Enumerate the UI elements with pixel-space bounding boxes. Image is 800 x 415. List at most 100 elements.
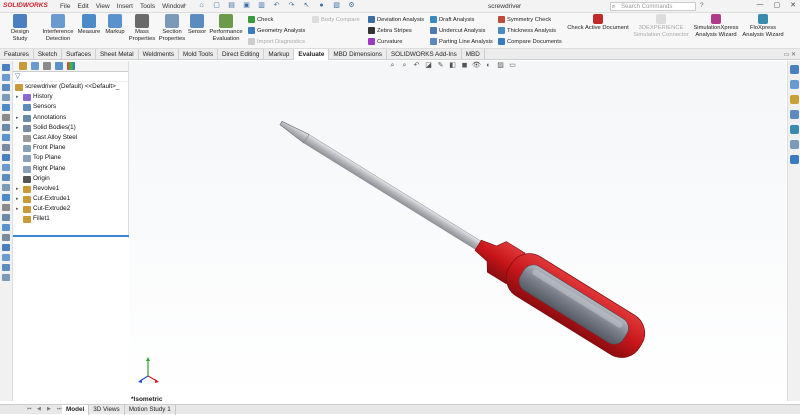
toolbar-icon-1[interactable] xyxy=(2,64,10,71)
rollback-bar[interactable] xyxy=(13,235,129,237)
solidworks-logo[interactable]: SOLIDWORKS xyxy=(3,2,48,9)
design-library-icon[interactable] xyxy=(789,80,799,89)
tree-node[interactable]: ▸ History xyxy=(13,92,128,102)
expand-arrow-icon[interactable]: ▸ xyxy=(16,123,19,133)
toolbar-icon-22[interactable] xyxy=(2,274,10,281)
performance-evaluation-button[interactable]: Performance Evaluation xyxy=(208,14,244,42)
tab-markup[interactable]: Markup xyxy=(264,49,295,60)
toolbar-icon-10[interactable] xyxy=(2,154,10,161)
expand-arrow-icon[interactable]: ▸ xyxy=(16,194,19,204)
tree-node[interactable]: Origin xyxy=(13,174,128,184)
undo-icon[interactable]: ↶ xyxy=(271,1,282,11)
interference-detection-button[interactable]: Interference Detection xyxy=(40,14,76,42)
tab-mbd[interactable]: MBD xyxy=(462,49,485,60)
symmetry-check-button[interactable]: Symmetry Check xyxy=(498,16,551,23)
simulationxpress-button[interactable]: SimulationXpress Analysis Wizard xyxy=(692,14,740,38)
markup-button[interactable]: Markup xyxy=(103,14,127,36)
tab-solidworks-add-ins[interactable]: SOLIDWORKS Add-Ins xyxy=(387,49,462,60)
close-icon[interactable]: ✕ xyxy=(790,1,796,9)
appearances-icon[interactable] xyxy=(789,125,799,134)
tab-sheet-metal[interactable]: Sheet Metal xyxy=(96,49,139,60)
next-tab-icon[interactable]: ▶ xyxy=(47,406,53,412)
toolbar-icon-14[interactable] xyxy=(2,194,10,201)
dynamic-annotation-icon[interactable]: ✎ xyxy=(436,62,445,70)
toolbar-icon-5[interactable] xyxy=(2,104,10,111)
redo-icon[interactable]: ↷ xyxy=(286,1,297,11)
section-properties-button[interactable]: Section Properties xyxy=(158,14,186,42)
help-icon[interactable]: ? xyxy=(700,2,704,9)
solidworks-resources-icon[interactable] xyxy=(789,65,799,74)
view-orientation-icon[interactable]: ◧ xyxy=(448,62,457,70)
toolbar-icon-9[interactable] xyxy=(2,144,10,151)
parting-line-analysis-button[interactable]: Parting Line Analysis xyxy=(430,38,493,45)
menu-file[interactable]: File xyxy=(60,3,70,10)
toolbar-icon-19[interactable] xyxy=(2,244,10,251)
tree-node[interactable]: Top Plane xyxy=(13,153,128,163)
tab-sketch[interactable]: Sketch xyxy=(34,49,63,60)
section-view-icon[interactable]: ◪ xyxy=(424,62,433,70)
rebuild-icon[interactable]: ● xyxy=(316,1,327,11)
configuration-manager-tab-icon[interactable] xyxy=(43,62,51,70)
expand-arrow-icon[interactable]: ▸ xyxy=(16,184,19,194)
deviation-analysis-button[interactable]: Deviation Analysis xyxy=(368,16,424,23)
apply-scene-icon[interactable]: ▨ xyxy=(496,62,505,70)
toolbar-icon-13[interactable] xyxy=(2,184,10,191)
tree-node[interactable]: Front Plane xyxy=(13,143,128,153)
tab-direct-editing[interactable]: Direct Editing xyxy=(218,49,265,60)
measure-button[interactable]: Measure xyxy=(77,14,101,36)
menu-tools[interactable]: Tools xyxy=(140,3,155,10)
solidworks-forum-icon[interactable] xyxy=(789,155,799,164)
save-icon[interactable]: ▣ xyxy=(241,1,252,11)
toolbar-icon-11[interactable] xyxy=(2,164,10,171)
toolbar-icon-6[interactable] xyxy=(2,114,10,121)
toolbar-icon-20[interactable] xyxy=(2,254,10,261)
first-tab-icon[interactable]: ⏮ xyxy=(27,406,33,412)
expand-arrow-icon[interactable]: ▸ xyxy=(16,113,19,123)
toolbar-icon-17[interactable] xyxy=(2,224,10,231)
panel-options-icon[interactable]: ▭ ✕ xyxy=(784,51,796,58)
thickness-analysis-button[interactable]: Thickness Analysis xyxy=(498,27,556,34)
floxpress-button[interactable]: FloXpress Analysis Wizard xyxy=(742,14,784,38)
prev-tab-icon[interactable]: ◀ xyxy=(37,406,43,412)
zebra-stripes-button[interactable]: Zebra Stripes xyxy=(368,27,412,34)
toolbar-icon-12[interactable] xyxy=(2,174,10,181)
tree-node[interactable]: ▸ Revolve1 xyxy=(13,184,128,194)
toolbar-icon-15[interactable] xyxy=(2,204,10,211)
edit-appearance-icon[interactable]: ◐ xyxy=(484,62,493,70)
feature-tree-tab-icon[interactable] xyxy=(19,62,27,70)
toolbar-icon-2[interactable] xyxy=(2,74,10,81)
file-explorer-icon[interactable] xyxy=(789,95,799,104)
tab-mold-tools[interactable]: Mold Tools xyxy=(179,49,218,60)
tree-node[interactable]: Fillet1 xyxy=(13,214,128,224)
print-icon[interactable]: ▥ xyxy=(256,1,267,11)
tree-node[interactable]: Right Plane xyxy=(13,164,128,174)
toolbar-icon-21[interactable] xyxy=(2,264,10,271)
tree-node[interactable]: ▸ Annotations xyxy=(13,113,128,123)
tab-evaluate[interactable]: Evaluate xyxy=(294,49,330,60)
filter-icon[interactable]: ▽ xyxy=(13,72,128,82)
screwdriver-model[interactable] xyxy=(129,61,786,401)
home-icon[interactable]: ⌂ xyxy=(196,1,207,11)
tab-surfaces[interactable]: Surfaces xyxy=(62,49,96,60)
zoom-to-fit-icon[interactable]: ⌕ xyxy=(388,62,397,70)
3dexperience-simulation-connector-button[interactable]: 3DEXPERIENCE Simulation Connector xyxy=(632,14,690,38)
new-document-icon[interactable]: ▢ xyxy=(211,1,222,11)
maximize-icon[interactable]: ▢ xyxy=(774,1,781,9)
tab-weldments[interactable]: Weldments xyxy=(139,49,179,60)
options-icon[interactable]: ⚙ xyxy=(346,1,357,11)
dimxpert-tab-icon[interactable] xyxy=(55,62,63,70)
view-palette-icon[interactable] xyxy=(789,110,799,119)
mass-properties-button[interactable]: Mass Properties xyxy=(128,14,156,42)
zoom-to-area-icon[interactable]: ⌕ xyxy=(400,62,409,70)
toolbar-icon-3[interactable] xyxy=(2,84,10,91)
tree-node[interactable]: Sensors xyxy=(13,102,128,112)
minimize-icon[interactable]: — xyxy=(757,1,764,9)
geometry-analysis-button[interactable]: Geometry Analysis xyxy=(248,27,305,34)
sensor-button[interactable]: Sensor xyxy=(187,14,207,36)
expand-arrow-icon[interactable]: ▸ xyxy=(16,204,19,214)
draft-analysis-button[interactable]: Draft Analysis xyxy=(430,16,474,23)
expand-arrow-icon[interactable]: ▸ xyxy=(16,92,19,102)
tree-node[interactable]: ▸ Solid Bodies(1) xyxy=(13,123,128,133)
search-input[interactable]: ⌕ Search Commands xyxy=(610,2,696,11)
menu-edit[interactable]: Edit xyxy=(77,3,88,10)
